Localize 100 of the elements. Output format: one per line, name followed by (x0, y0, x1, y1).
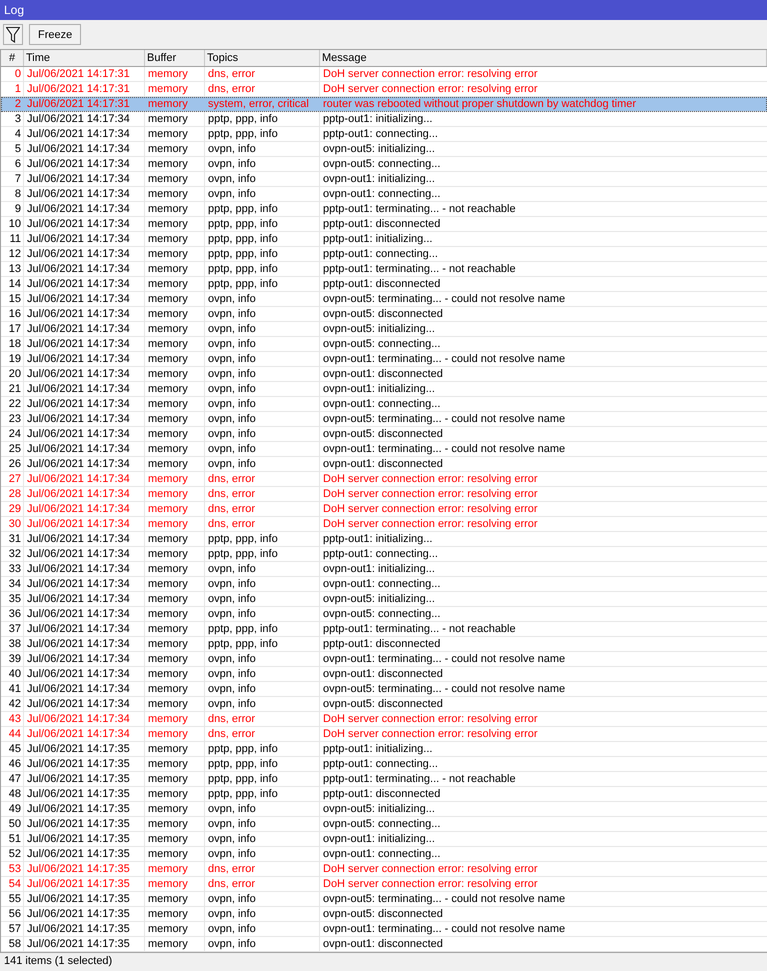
log-row[interactable]: 20 Jul/06/2021 14:17:34 memory ovpn, info ovpn-out1: disconnected (1, 367, 767, 382)
log-row[interactable]: 39 Jul/06/2021 14:17:34 memory ovpn, info ovpn-out1: terminating... - could not resolve name (1, 652, 767, 667)
log-row[interactable]: 25 Jul/06/2021 14:17:34 memory ovpn, info ovpn-out1: terminating... - could not resolve name (1, 442, 767, 457)
log-row[interactable]: 7 Jul/06/2021 14:17:34 memory ovpn, info ovpn-out1: initializing... (1, 172, 767, 187)
log-row[interactable]: 6 Jul/06/2021 14:17:34 memory ovpn, info ovpn-out5: connecting... (1, 157, 767, 172)
log-buffer: memory (145, 262, 205, 276)
log-row[interactable]: 51 Jul/06/2021 14:17:35 memory ovpn, info ovpn-out1: initializing... (1, 832, 767, 847)
log-row[interactable]: 53 Jul/06/2021 14:17:35 memory dns, error DoH server connection error: resolving error (1, 862, 767, 877)
log-row[interactable]: 30 Jul/06/2021 14:17:34 memory dns, error DoH server connection error: resolving error (1, 517, 767, 532)
log-row[interactable]: 44 Jul/06/2021 14:17:34 memory dns, error DoH server connection error: resolving error (1, 727, 767, 742)
log-message: ovpn-out5: terminating... - could not resolve name (322, 292, 566, 306)
log-row[interactable]: 38 Jul/06/2021 14:17:34 memory pptp, ppp, info pptp-out1: disconnected (1, 637, 767, 652)
row-number: 26 (1, 457, 24, 471)
log-row[interactable]: 42 Jul/06/2021 14:17:34 memory ovpn, info ovpn-out5: disconnected (1, 697, 767, 712)
log-buffer: memory (145, 637, 205, 651)
log-row[interactable]: 3 Jul/06/2021 14:17:34 memory pptp, ppp, info pptp-out1: initializing... (1, 112, 767, 127)
log-row[interactable]: 23 Jul/06/2021 14:17:34 memory ovpn, info ovpn-out5: terminating... - could not resolve name (1, 412, 767, 427)
log-topics: ovpn, info (205, 667, 320, 681)
log-message: ovpn-out5: initializing... (322, 592, 436, 606)
log-row[interactable]: 5 Jul/06/2021 14:17:34 memory ovpn, info ovpn-out5: initializing... (1, 142, 767, 157)
log-row[interactable]: 37 Jul/06/2021 14:17:34 memory pptp, ppp, info pptp-out1: terminating... - not reachable (1, 622, 767, 637)
log-row[interactable]: 49 Jul/06/2021 14:17:35 memory ovpn, info ovpn-out5: initializing... (1, 802, 767, 817)
log-buffer: memory (145, 232, 205, 246)
log-buffer: memory (145, 802, 205, 816)
log-buffer: memory (145, 622, 205, 636)
log-row[interactable]: 21 Jul/06/2021 14:17:34 memory ovpn, info ovpn-out1: initializing... (1, 382, 767, 397)
log-buffer: memory (145, 532, 205, 546)
log-row[interactable]: 33 Jul/06/2021 14:17:34 memory ovpn, info ovpn-out1: initializing... (1, 562, 767, 577)
log-row[interactable]: 10 Jul/06/2021 14:17:34 memory pptp, ppp, info pptp-out1: disconnected (1, 217, 767, 232)
log-message: ovpn-out1: initializing... (322, 562, 436, 576)
log-message: ovpn-out1: terminating... - could not resolve name (322, 352, 566, 366)
log-message: pptp-out1: disconnected (322, 787, 442, 801)
log-row[interactable]: 4 Jul/06/2021 14:17:34 memory pptp, ppp, info pptp-out1: connecting... (1, 127, 767, 142)
row-number: 57 (1, 922, 24, 936)
log-message: DoH server connection error: resolving error (322, 877, 539, 891)
column-header[interactable]: Time (24, 50, 145, 66)
log-row[interactable]: 0 Jul/06/2021 14:17:31 memory dns, error DoH server connection error: resolving error (1, 67, 767, 82)
log-buffer: memory (145, 472, 205, 486)
log-row[interactable]: 55 Jul/06/2021 14:17:35 memory ovpn, info ovpn-out5: terminating... - could not resolve name (1, 892, 767, 907)
row-number: 35 (1, 592, 24, 606)
log-row[interactable]: 31 Jul/06/2021 14:17:34 memory pptp, ppp, info pptp-out1: initializing... (1, 532, 767, 547)
column-header[interactable]: # (1, 50, 24, 66)
log-row[interactable]: 11 Jul/06/2021 14:17:34 memory pptp, ppp, info pptp-out1: initializing... (1, 232, 767, 247)
log-row[interactable]: 19 Jul/06/2021 14:17:34 memory ovpn, info ovpn-out1: terminating... - could not resolve name (1, 352, 767, 367)
log-row[interactable]: 13 Jul/06/2021 14:17:34 memory pptp, ppp, info pptp-out1: terminating... - not reachable (1, 262, 767, 277)
log-row[interactable]: 32 Jul/06/2021 14:17:34 memory pptp, ppp, info pptp-out1: connecting... (1, 547, 767, 562)
log-time: Jul/06/2021 14:17:34 (24, 202, 145, 216)
log-row[interactable]: 26 Jul/06/2021 14:17:34 memory ovpn, info ovpn-out1: disconnected (1, 457, 767, 472)
log-message: pptp-out1: terminating... - not reachable (322, 202, 517, 216)
log-message: ovpn-out5: connecting... (322, 817, 442, 831)
log-row[interactable]: 29 Jul/06/2021 14:17:34 memory dns, error DoH server connection error: resolving error (1, 502, 767, 517)
log-time: Jul/06/2021 14:17:34 (24, 427, 145, 441)
log-row[interactable]: 46 Jul/06/2021 14:17:35 memory pptp, ppp, info pptp-out1: connecting... (1, 757, 767, 772)
log-buffer: memory (145, 742, 205, 756)
log-row[interactable]: 56 Jul/06/2021 14:17:35 memory ovpn, info ovpn-out5: disconnected (1, 907, 767, 922)
log-row[interactable]: 15 Jul/06/2021 14:17:34 memory ovpn, info ovpn-out5: terminating... - could not resolve name (1, 292, 767, 307)
log-time: Jul/06/2021 14:17:34 (24, 277, 145, 291)
column-header[interactable]: Buffer (145, 50, 205, 66)
log-row[interactable]: 36 Jul/06/2021 14:17:34 memory ovpn, info ovpn-out5: connecting... (1, 607, 767, 622)
row-number: 38 (1, 637, 24, 651)
log-row[interactable]: 24 Jul/06/2021 14:17:34 memory ovpn, info ovpn-out5: disconnected (1, 427, 767, 442)
log-row[interactable]: 27 Jul/06/2021 14:17:34 memory dns, error DoH server connection error: resolving error (1, 472, 767, 487)
log-row[interactable]: 48 Jul/06/2021 14:17:35 memory pptp, ppp, info pptp-out1: disconnected (1, 787, 767, 802)
log-buffer: memory (145, 922, 205, 936)
column-header[interactable]: Message (320, 50, 767, 66)
log-row[interactable]: 54 Jul/06/2021 14:17:35 memory dns, error DoH server connection error: resolving error (1, 877, 767, 892)
log-row[interactable]: 17 Jul/06/2021 14:17:34 memory ovpn, info ovpn-out5: initializing... (1, 322, 767, 337)
log-row[interactable]: 40 Jul/06/2021 14:17:34 memory ovpn, info ovpn-out1: disconnected (1, 667, 767, 682)
log-row[interactable]: 57 Jul/06/2021 14:17:35 memory ovpn, info ovpn-out1: terminating... - could not resolve name (1, 922, 767, 937)
freeze-button[interactable]: Freeze (29, 24, 82, 45)
log-buffer: memory (145, 307, 205, 321)
log-row[interactable]: 18 Jul/06/2021 14:17:34 memory ovpn, info ovpn-out5: connecting... (1, 337, 767, 352)
log-row[interactable]: 12 Jul/06/2021 14:17:34 memory pptp, ppp, info pptp-out1: connecting... (1, 247, 767, 262)
log-row[interactable]: 35 Jul/06/2021 14:17:34 memory ovpn, info ovpn-out5: initializing... (1, 592, 767, 607)
log-topics: dns, error (205, 487, 320, 501)
log-message: pptp-out1: initializing... (322, 742, 434, 756)
log-row[interactable]: 50 Jul/06/2021 14:17:35 memory ovpn, info ovpn-out5: connecting... (1, 817, 767, 832)
log-row[interactable]: 9 Jul/06/2021 14:17:34 memory pptp, ppp, info pptp-out1: terminating... - not reachable (1, 202, 767, 217)
filter-button[interactable] (3, 24, 23, 45)
log-message: pptp-out1: disconnected (322, 637, 442, 651)
row-number: 55 (1, 892, 24, 906)
log-row[interactable]: 16 Jul/06/2021 14:17:34 memory ovpn, info ovpn-out5: disconnected (1, 307, 767, 322)
log-row[interactable]: 22 Jul/06/2021 14:17:34 memory ovpn, info ovpn-out1: connecting... (1, 397, 767, 412)
column-header[interactable]: Topics (205, 50, 320, 66)
log-row[interactable]: 8 Jul/06/2021 14:17:34 memory ovpn, info ovpn-out1: connecting... (1, 187, 767, 202)
log-message: ovpn-out1: terminating... - could not resolve name (322, 442, 566, 456)
log-row[interactable]: 45 Jul/06/2021 14:17:35 memory pptp, ppp, info pptp-out1: initializing... (1, 742, 767, 757)
log-row[interactable]: 52 Jul/06/2021 14:17:35 memory ovpn, info ovpn-out1: connecting... (1, 847, 767, 862)
log-row[interactable]: 34 Jul/06/2021 14:17:34 memory ovpn, info ovpn-out1: connecting... (1, 577, 767, 592)
log-row[interactable]: 28 Jul/06/2021 14:17:34 memory dns, error DoH server connection error: resolving error (1, 487, 767, 502)
log-buffer: memory (145, 787, 205, 801)
row-number: 10 (1, 217, 24, 231)
log-row[interactable]: 41 Jul/06/2021 14:17:34 memory ovpn, info ovpn-out5: terminating... - could not resolve name (1, 682, 767, 697)
log-row[interactable]: 43 Jul/06/2021 14:17:34 memory dns, error DoH server connection error: resolving error (1, 712, 767, 727)
log-buffer: memory (145, 427, 205, 441)
log-row[interactable]: 47 Jul/06/2021 14:17:35 memory pptp, ppp, info pptp-out1: terminating... - not reachable (1, 772, 767, 787)
log-row[interactable]: 14 Jul/06/2021 14:17:34 memory pptp, ppp, info pptp-out1: disconnected (1, 277, 767, 292)
log-time: Jul/06/2021 14:17:34 (24, 367, 145, 381)
log-buffer: memory (145, 727, 205, 741)
log-buffer: memory (145, 202, 205, 216)
